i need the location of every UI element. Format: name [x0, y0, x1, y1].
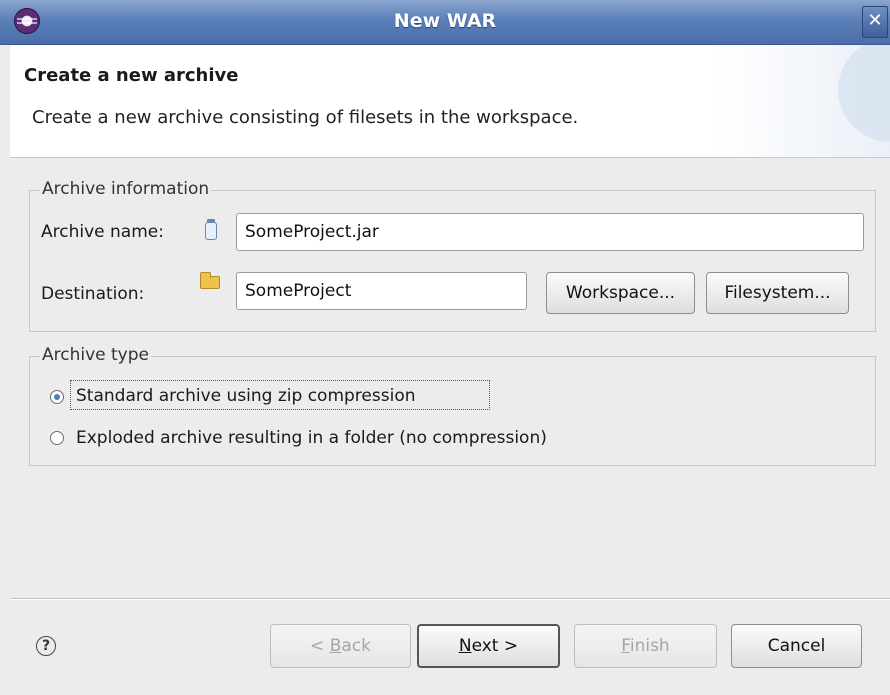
standard-archive-radio[interactable]	[50, 390, 64, 404]
back-button: < Back	[270, 624, 411, 668]
finish-mnemonic: F	[621, 636, 630, 656]
title-bar[interactable]: New WAR ✕	[0, 0, 890, 45]
destination-input[interactable]: SomeProject	[236, 272, 527, 310]
finish-button: Finish	[574, 624, 717, 668]
header-decoration	[760, 45, 890, 157]
back-mnemonic: B	[329, 636, 342, 656]
next-rest: ext >	[471, 636, 519, 656]
help-icon[interactable]: ?	[36, 636, 56, 656]
filesystem-button[interactable]: Filesystem...	[706, 272, 849, 314]
archive-information-legend: Archive information	[40, 179, 212, 199]
archive-type-group: Archive type	[29, 345, 876, 466]
folder-icon	[200, 272, 220, 289]
wizard-header: Create a new archive Create a new archiv…	[10, 45, 890, 158]
back-prefix: <	[310, 636, 330, 656]
exploded-archive-label[interactable]: Exploded archive resulting in a folder (…	[76, 428, 547, 448]
window-title: New WAR	[393, 10, 497, 32]
footer-separator	[10, 598, 890, 600]
standard-archive-label[interactable]: Standard archive using zip compression	[76, 386, 416, 406]
next-button[interactable]: Next >	[417, 624, 560, 668]
workspace-button[interactable]: Workspace...	[546, 272, 695, 314]
new-war-dialog: New WAR ✕ Create a new archive Create a …	[0, 0, 890, 695]
exploded-archive-radio[interactable]	[50, 431, 64, 445]
next-mnemonic: N	[458, 636, 472, 656]
archive-type-legend: Archive type	[40, 345, 151, 365]
cancel-button[interactable]: Cancel	[731, 624, 862, 668]
finish-rest: inish	[629, 636, 670, 656]
page-title: Create a new archive	[24, 65, 239, 86]
archive-name-input[interactable]: SomeProject.jar	[236, 213, 864, 251]
destination-label: Destination:	[41, 284, 145, 304]
jar-file-icon	[205, 219, 217, 240]
page-description: Create a new archive consisting of files…	[32, 107, 579, 128]
close-button[interactable]: ✕	[862, 6, 888, 38]
back-rest: ack	[341, 636, 371, 656]
archive-name-label: Archive name:	[41, 222, 164, 242]
